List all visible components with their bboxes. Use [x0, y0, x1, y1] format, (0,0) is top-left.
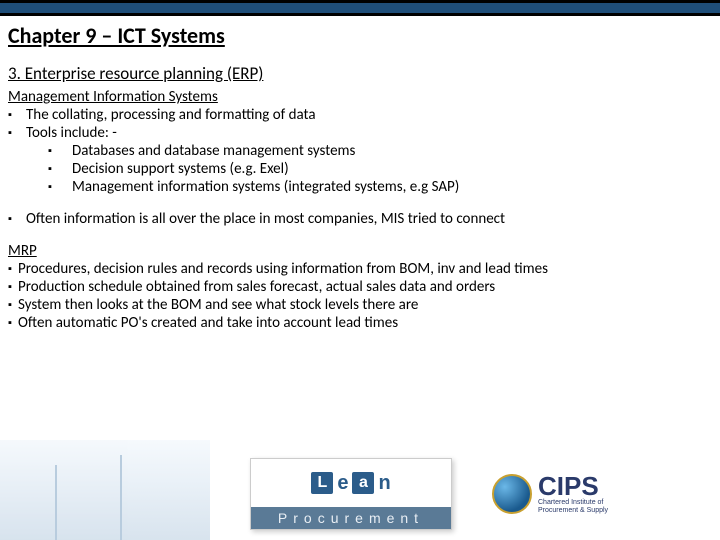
mis-bullets-2: Often information is all over the place … [8, 210, 712, 228]
background-image [0, 440, 210, 540]
cips-logo: CIPS Chartered Institute of Procurement … [492, 473, 608, 514]
list-item: Procedures, decision rules and records u… [8, 260, 712, 278]
mrp-bullets: Procedures, decision rules and records u… [8, 260, 712, 332]
list-item: Often automatic PO's created and take in… [8, 314, 712, 332]
mrp-heading: MRP [8, 242, 712, 260]
lean-logo-sub: Procurement [251, 507, 451, 529]
lean-logo-top: Lean [251, 459, 451, 507]
slide-content: Chapter 9 – ICT Systems 3. Enterprise re… [0, 16, 720, 332]
cips-logo-sub1: Chartered Institute of [538, 499, 608, 507]
footer: Lean Procurement CIPS Chartered Institut… [0, 430, 720, 540]
mis-heading: Management Information Systems [8, 88, 712, 106]
list-item: Decision support systems (e.g. Exel) [48, 160, 712, 178]
list-item: Often information is all over the place … [8, 210, 712, 228]
cips-logo-text: CIPS [538, 473, 608, 499]
lean-procurement-logo: Lean Procurement [250, 458, 452, 530]
list-item: The collating, processing and formatting… [8, 106, 712, 124]
logo-row: Lean Procurement CIPS Chartered Institut… [250, 458, 608, 530]
list-item: Production schedule obtained from sales … [8, 278, 712, 296]
mis-bullets: The collating, processing and formatting… [8, 106, 712, 142]
list-item: System then looks at the BOM and see wha… [8, 296, 712, 314]
header-bar [0, 0, 720, 16]
section-title: 3. Enterprise resource planning (ERP) [8, 63, 712, 84]
chapter-title: Chapter 9 – ICT Systems [8, 22, 712, 49]
cips-logo-sub2: Procurement & Supply [538, 507, 608, 515]
mis-sub-bullets: Databases and database management system… [8, 142, 712, 196]
globe-icon [492, 474, 532, 514]
list-item: Tools include: - [8, 124, 712, 142]
list-item: Databases and database management system… [48, 142, 712, 160]
list-item: Management information systems (integrat… [48, 178, 712, 196]
